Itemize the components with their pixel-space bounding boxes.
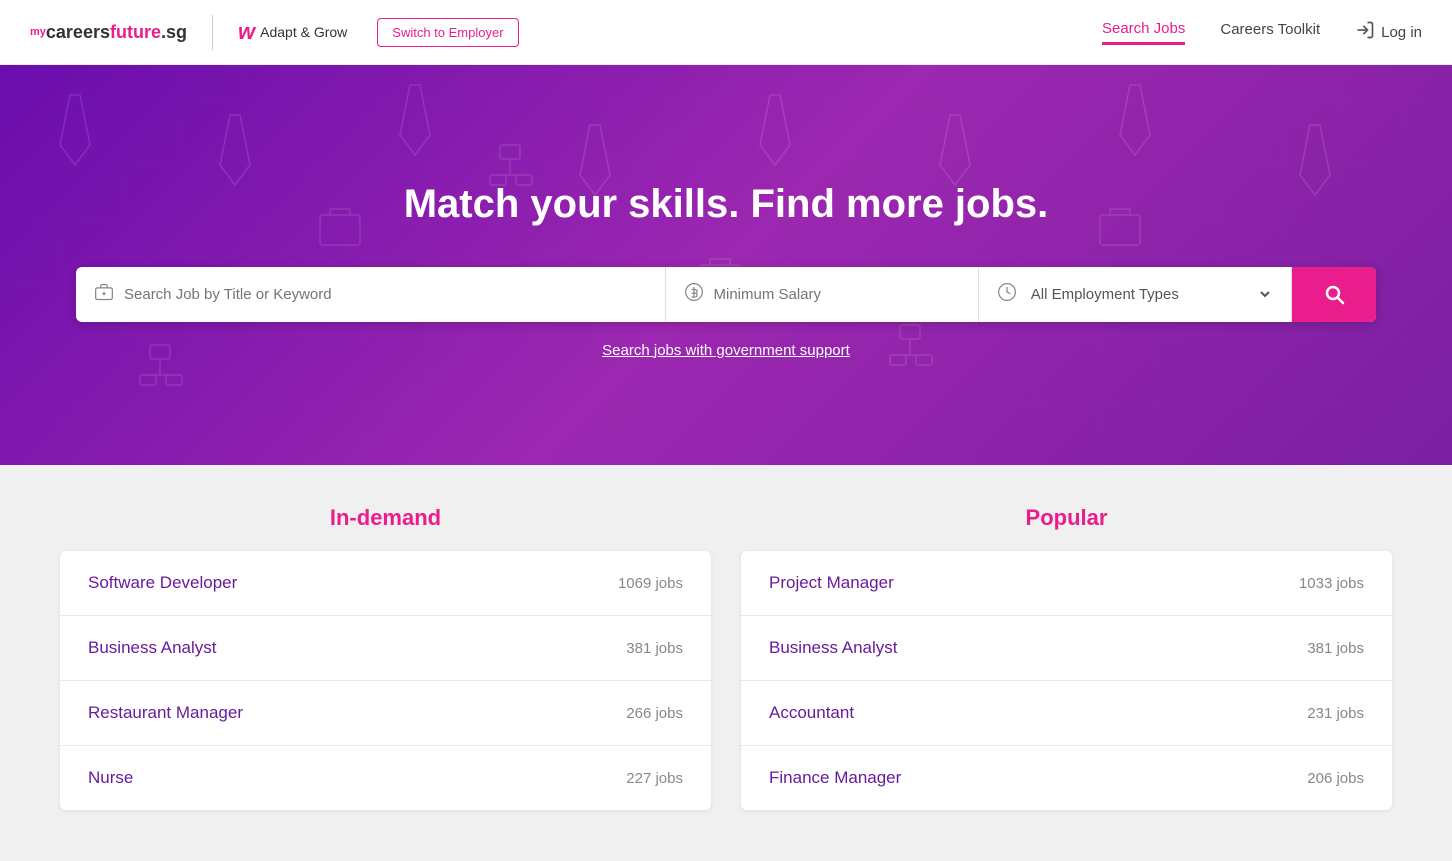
in-demand-column: In-demand Software Developer 1069 jobs B… — [60, 505, 711, 810]
logo-group: mycareersfuture.sg w Adapt & Grow Switch… — [30, 15, 519, 50]
job-count: 266 jobs — [626, 705, 683, 722]
logo-future: future — [110, 22, 161, 43]
login-icon — [1355, 20, 1375, 45]
search-button[interactable] — [1292, 267, 1376, 322]
table-row[interactable]: Software Developer 1069 jobs — [60, 551, 711, 616]
job-name: Business Analyst — [769, 638, 898, 658]
popular-title: Popular — [741, 505, 1392, 531]
login-label: Log in — [1381, 24, 1422, 41]
navbar: mycareersfuture.sg w Adapt & Grow Switch… — [0, 0, 1452, 65]
job-name: Project Manager — [769, 573, 894, 593]
logo-sg: .sg — [161, 22, 187, 43]
switch-employer-button[interactable]: Switch to Employer — [377, 18, 518, 47]
gov-support-link[interactable]: Search jobs with government support — [602, 342, 850, 359]
table-row[interactable]: Finance Manager 206 jobs — [741, 746, 1392, 810]
search-icon — [1322, 282, 1346, 306]
job-count: 381 jobs — [1307, 640, 1364, 657]
keyword-input[interactable] — [124, 268, 647, 321]
job-name: Nurse — [88, 768, 133, 788]
adapt-label: Adapt & Grow — [260, 24, 347, 40]
job-count: 1033 jobs — [1299, 575, 1364, 592]
briefcase-icon — [94, 282, 114, 307]
job-name: Finance Manager — [769, 768, 901, 788]
nav-search-jobs[interactable]: Search Jobs — [1102, 20, 1185, 45]
clock-icon — [997, 282, 1017, 307]
in-demand-title: In-demand — [60, 505, 711, 531]
popular-column: Popular Project Manager 1033 jobs Busine… — [741, 505, 1392, 810]
hero-background-svg — [0, 65, 1452, 465]
job-name: Accountant — [769, 703, 854, 723]
table-row[interactable]: Accountant 231 jobs — [741, 681, 1392, 746]
categories-grid: In-demand Software Developer 1069 jobs B… — [60, 505, 1392, 810]
w-icon: w — [238, 19, 255, 45]
logo-careers: careers — [46, 22, 110, 43]
table-row[interactable]: Business Analyst 381 jobs — [741, 616, 1392, 681]
employment-type-field: All Employment Types Full Time Part Time… — [979, 267, 1292, 322]
categories-section: In-demand Software Developer 1069 jobs B… — [0, 465, 1452, 850]
logo-my: my — [30, 26, 46, 38]
job-count: 231 jobs — [1307, 705, 1364, 722]
nav-careers-toolkit[interactable]: Careers Toolkit — [1220, 21, 1320, 43]
table-row[interactable]: Restaurant Manager 266 jobs — [60, 681, 711, 746]
hero-title: Match your skills. Find more jobs. — [404, 182, 1049, 227]
employment-type-select[interactable]: All Employment Types Full Time Part Time… — [1027, 267, 1273, 322]
job-count: 206 jobs — [1307, 770, 1364, 787]
job-count: 227 jobs — [626, 770, 683, 787]
navbar-right: Search Jobs Careers Toolkit Log in — [1102, 20, 1422, 45]
keyword-field — [76, 267, 666, 322]
logo-divider — [212, 15, 213, 50]
hero-section: Match your skills. Find more jobs. — [0, 65, 1452, 465]
in-demand-job-list: Software Developer 1069 jobs Business An… — [60, 551, 711, 810]
job-count: 381 jobs — [626, 640, 683, 657]
search-bar: All Employment Types Full Time Part Time… — [76, 267, 1376, 322]
salary-input[interactable] — [714, 268, 960, 321]
job-name: Business Analyst — [88, 638, 217, 658]
login-button[interactable]: Log in — [1355, 20, 1422, 45]
salary-field — [666, 267, 979, 322]
job-name: Software Developer — [88, 573, 237, 593]
adapt-grow-logo: w Adapt & Grow — [238, 19, 347, 45]
mcf-logo: mycareersfuture.sg — [30, 22, 187, 43]
job-name: Restaurant Manager — [88, 703, 243, 723]
table-row[interactable]: Project Manager 1033 jobs — [741, 551, 1392, 616]
popular-job-list: Project Manager 1033 jobs Business Analy… — [741, 551, 1392, 810]
table-row[interactable]: Nurse 227 jobs — [60, 746, 711, 810]
job-count: 1069 jobs — [618, 575, 683, 592]
dollar-icon — [684, 282, 704, 307]
table-row[interactable]: Business Analyst 381 jobs — [60, 616, 711, 681]
